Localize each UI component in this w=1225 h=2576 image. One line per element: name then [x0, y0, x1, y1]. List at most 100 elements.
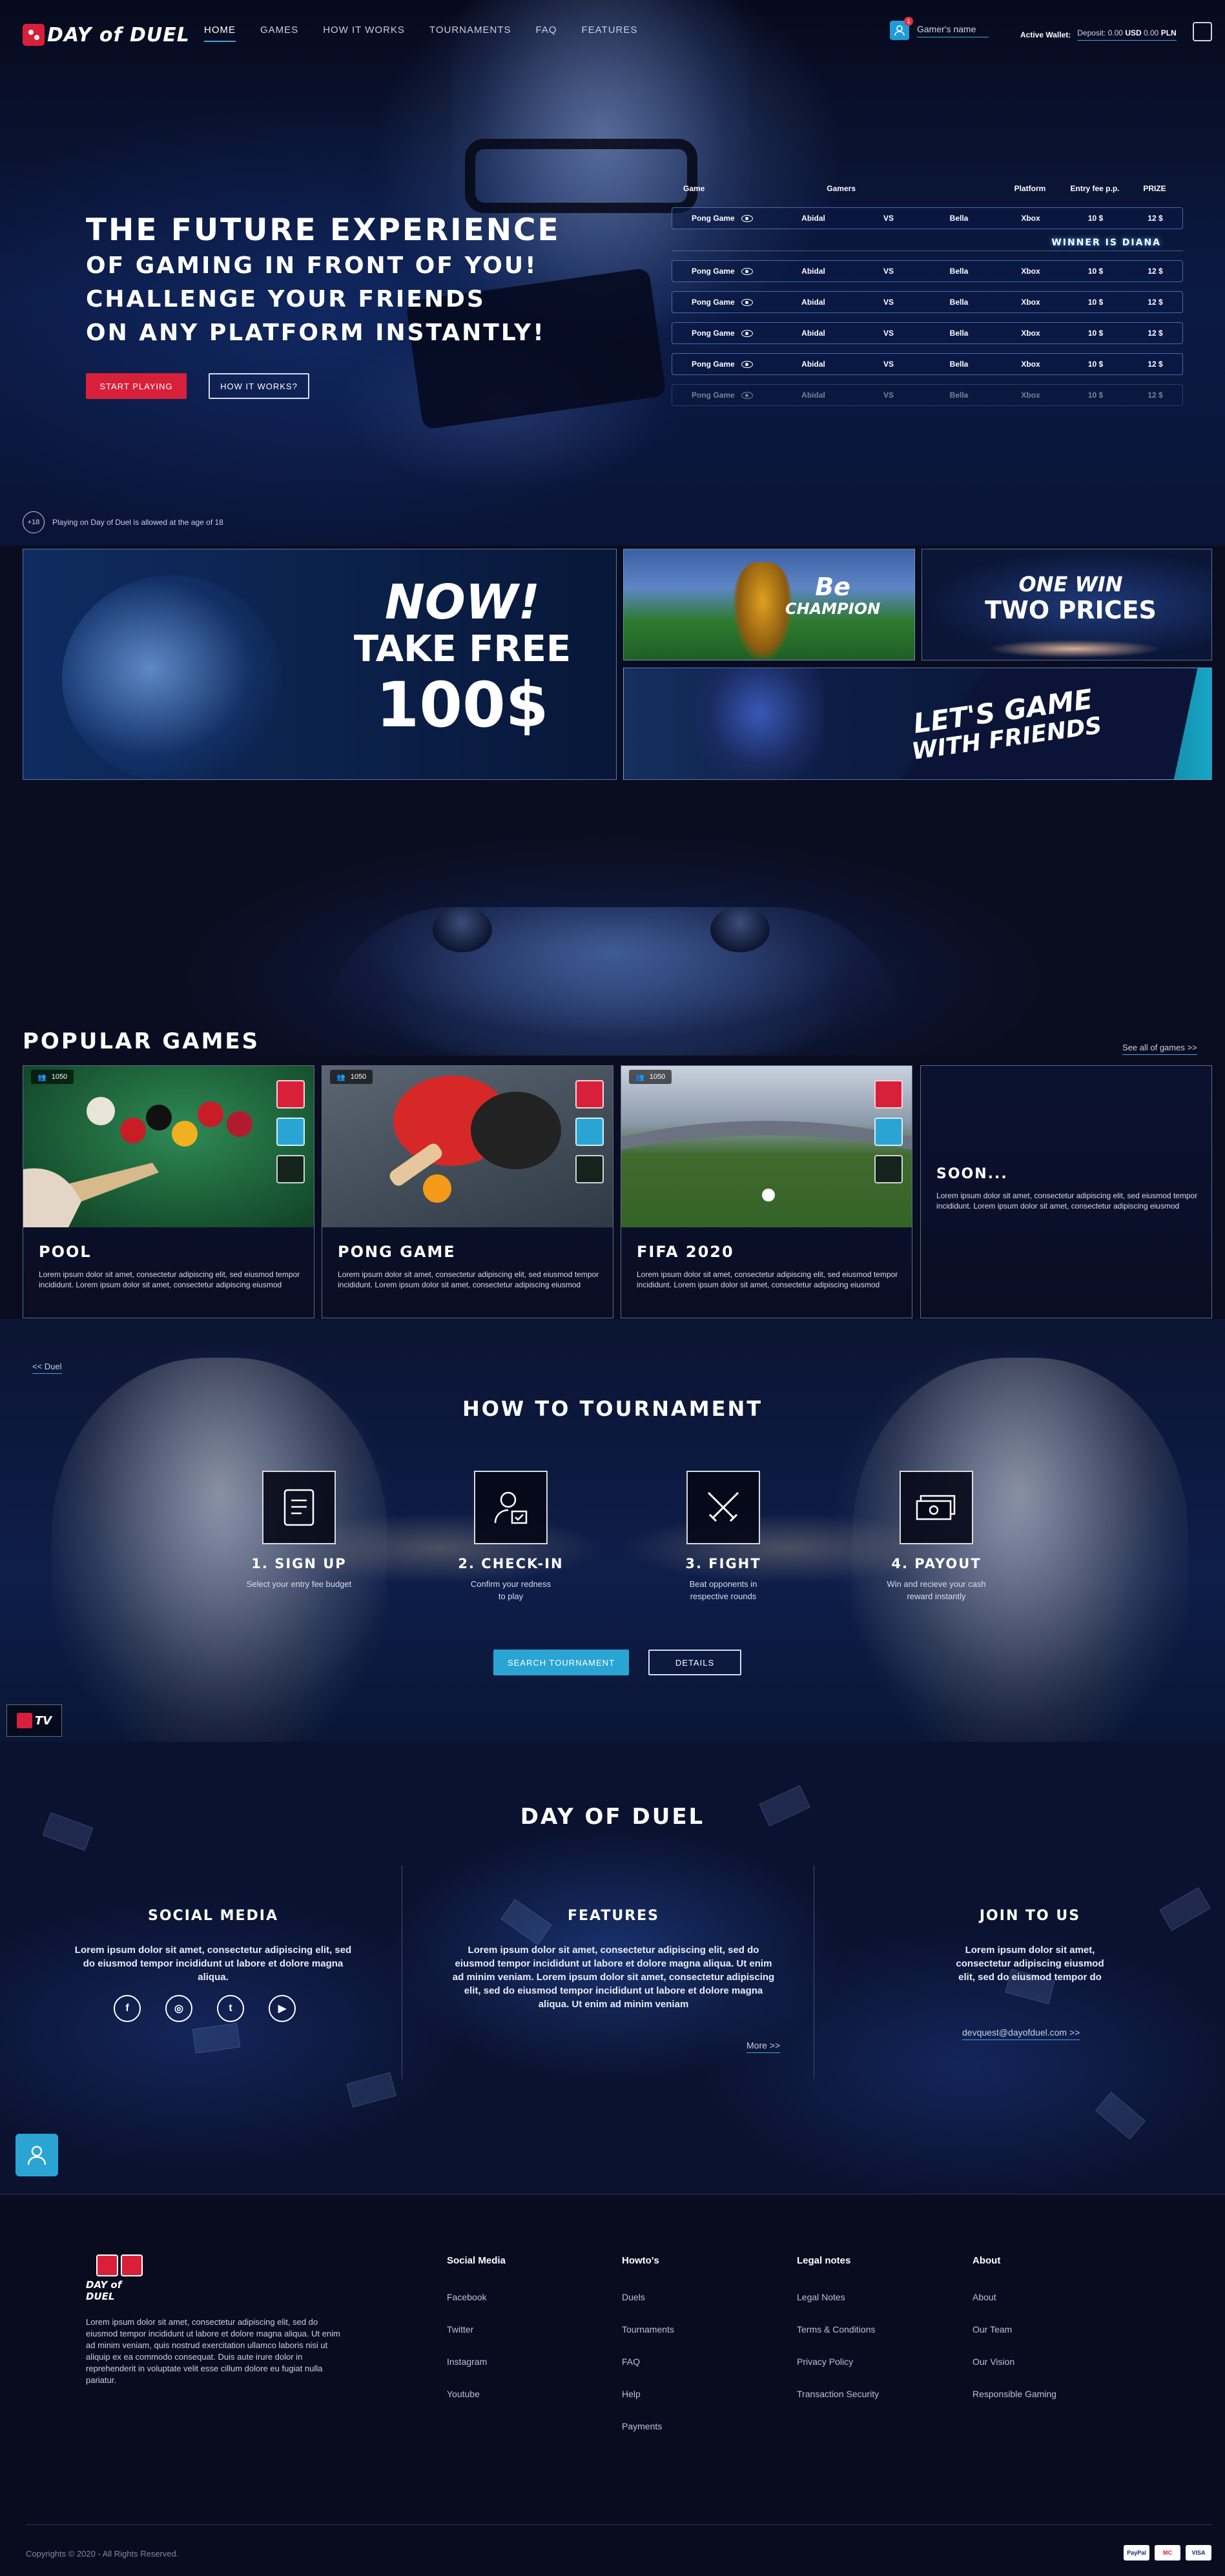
footer-link-twitter[interactable]: Twitter — [447, 2324, 506, 2356]
trophy-icon[interactable] — [874, 1155, 903, 1183]
popular-games-title: POPULAR GAMES — [23, 1028, 260, 1054]
footer-link-tournaments[interactable]: Tournaments — [622, 2324, 674, 2356]
wallet-pln: PLN — [1160, 28, 1177, 37]
contact-email-link[interactable]: devquest@dayofduel.com >> — [962, 2027, 1080, 2040]
twitter-icon[interactable]: t — [217, 1995, 244, 2022]
table-row[interactable]: Pong Game Abidal VS Bella Xbox 10 $ 12 $ — [672, 384, 1183, 406]
football-player-image — [734, 562, 792, 659]
hero-line-1: THE FUTURE EXPERIENCE — [86, 212, 561, 248]
nav-faq[interactable]: FAQ — [535, 25, 557, 42]
nav-games[interactable]: GAMES — [260, 25, 298, 42]
promo-two-prices: TWO PRICES — [985, 596, 1157, 624]
th-game: Game — [683, 184, 705, 193]
join-text: Lorem ipsum dolor sit amet, consectetur … — [956, 1945, 1104, 1983]
table-row[interactable]: Pong Game Abidal VS Bella Xbox 10 $ 12 $ — [672, 260, 1183, 282]
entry-fee: 10 $ — [1064, 214, 1127, 223]
promo-friends-banner[interactable]: LET'S GAME WITH FRIENDS — [623, 668, 1212, 780]
paypal-icon: PayPal — [1124, 2545, 1149, 2561]
eye-icon[interactable] — [741, 267, 753, 275]
player-one-text: Abidal — [801, 214, 825, 223]
nav-how-it-works[interactable]: HOW IT WORKS — [323, 25, 405, 42]
table-row[interactable]: Pong Game Abidal VS Bella Xbox 10 $ 12 $ — [672, 207, 1183, 229]
back-to-duel-link[interactable]: << Duel — [32, 1362, 62, 1374]
promo-main-text: NOW! TAKE FREE 100$ — [346, 575, 579, 741]
footer-link-responsible-gaming[interactable]: Responsible Gaming — [973, 2389, 1056, 2421]
search-tournament-button[interactable]: SEARCH TOURNAMENT — [493, 1650, 629, 1675]
youtube-icon[interactable]: ▶ — [269, 1995, 296, 2022]
player-two: Bella — [921, 329, 997, 338]
tournament-icon[interactable] — [276, 1118, 305, 1146]
nav-tournaments[interactable]: TOURNAMENTS — [429, 25, 511, 42]
footer-link-about[interactable]: About — [973, 2292, 1056, 2324]
platform: Xbox — [997, 391, 1064, 400]
promo-champion-banner[interactable]: Be CHAMPION — [623, 549, 915, 660]
wallet-value[interactable]: Deposit: 0.00 USD 0.00 PLN — [1077, 28, 1177, 41]
footer-link-team[interactable]: Our Team — [973, 2324, 1056, 2356]
site-logo[interactable]: DAY of DUEL — [23, 23, 190, 46]
how-it-works-button[interactable]: HOW IT WORKS? — [209, 373, 309, 399]
footer-link-help[interactable]: Help — [622, 2389, 674, 2421]
instagram-icon[interactable]: ◎ — [165, 1995, 192, 2022]
game-card-fifa[interactable]: 👥 1050 FIFA 2020 Lorem ipsum dolor sit am… — [621, 1065, 912, 1318]
step-title: 1. SIGN UP — [251, 1556, 347, 1571]
duel-icon[interactable] — [874, 1080, 903, 1109]
facebook-icon[interactable]: f — [114, 1995, 141, 2022]
player-one: Abidal — [770, 391, 856, 400]
features-text: Lorem ipsum dolor sit amet, consectetur … — [452, 1945, 775, 2010]
game-card-pool[interactable]: 👥 1050 POOL Lorem ipsum dolor sit amet, c… — [23, 1065, 314, 1318]
details-button[interactable]: DETAILS — [648, 1650, 741, 1675]
footer-col-heading: Legal notes — [797, 2255, 851, 2266]
footer-link-faq[interactable]: FAQ — [622, 2356, 674, 2389]
promo-take-free: TAKE FREE — [353, 628, 571, 670]
footer-link-vision[interactable]: Our Vision — [973, 2356, 1056, 2389]
footer-logo[interactable]: DAY of DUEL — [86, 2254, 153, 2302]
visa-icon: VISA — [1186, 2545, 1211, 2561]
trophy-icon[interactable] — [276, 1155, 305, 1183]
table-row[interactable]: Pong Game Abidal VS Bella Xbox 10 $ 12 $ — [672, 322, 1183, 344]
footer-link-duels[interactable]: Duels — [622, 2292, 674, 2324]
prize: 12 $ — [1127, 298, 1184, 307]
footer-link-youtube[interactable]: Youtube — [447, 2389, 506, 2421]
table-row[interactable]: Pong Game Abidal VS Bella Xbox 10 $ 12 $ — [672, 291, 1183, 313]
nav-home[interactable]: HOME — [204, 25, 236, 42]
support-chat-button[interactable] — [15, 2134, 58, 2176]
see-all-games-link[interactable]: See all of games >> — [1122, 1043, 1197, 1055]
footer-link-instagram[interactable]: Instagram — [447, 2356, 506, 2389]
user-icon[interactable]: 1 — [890, 17, 913, 40]
day-of-duel-tv-logo[interactable]: TV — [6, 1704, 62, 1737]
eye-icon[interactable] — [741, 360, 753, 368]
footer-link-privacy[interactable]: Privacy Policy — [797, 2356, 879, 2389]
table-header: Game Gamers Platform Entry fee p.p. PRIZ… — [672, 184, 1183, 198]
eye-icon[interactable] — [741, 298, 753, 306]
promo-free-100-banner[interactable]: NOW! TAKE FREE 100$ — [23, 549, 617, 780]
player-one: Abidal — [770, 298, 856, 307]
players-icon: 👥 — [336, 1073, 345, 1081]
footer-link-facebook[interactable]: Facebook — [447, 2292, 506, 2324]
eye-icon[interactable] — [741, 391, 753, 399]
start-playing-button[interactable]: START PLAYING — [86, 373, 187, 399]
eye-icon[interactable] — [741, 214, 753, 222]
player-one: Abidal — [770, 267, 856, 276]
game-card-pong[interactable]: 👥 1050 PONG GAME Lorem ipsum dolor sit am… — [322, 1065, 613, 1318]
footer-link-payments[interactable]: Payments — [622, 2421, 674, 2453]
user-name[interactable]: Gamer's name — [917, 24, 989, 37]
ticket-icon[interactable] — [1193, 22, 1212, 41]
duel-icon[interactable] — [575, 1080, 604, 1109]
footer-link-legal-notes[interactable]: Legal Notes — [797, 2292, 879, 2324]
trophy-icon[interactable] — [575, 1155, 604, 1183]
tournament-icon[interactable] — [575, 1118, 604, 1146]
features-more-link[interactable]: More >> — [746, 2040, 781, 2053]
footer-link-terms[interactable]: Terms & Conditions — [797, 2324, 879, 2356]
table-row[interactable]: Pong Game Abidal VS Bella Xbox 10 $ 12 $ — [672, 353, 1183, 375]
footer-link-security[interactable]: Transaction Security — [797, 2389, 879, 2421]
wallet-pln-value: 0.00 — [1144, 28, 1159, 37]
eye-icon[interactable] — [741, 329, 753, 337]
promo-two-prices-banner[interactable]: ONE WIN TWO PRICES — [921, 549, 1212, 660]
duel-icon[interactable] — [276, 1080, 305, 1109]
table-body: Pong Game Abidal VS Bella Xbox 10 $ 12 $ WINNER… — [672, 207, 1183, 406]
players-count: 👥 1050 — [31, 1070, 74, 1084]
nav-features[interactable]: FEATURES — [582, 25, 638, 42]
game-action-icons — [874, 1080, 903, 1183]
user-menu[interactable]: 1 Gamer's name — [890, 17, 989, 40]
tournament-icon[interactable] — [874, 1118, 903, 1146]
